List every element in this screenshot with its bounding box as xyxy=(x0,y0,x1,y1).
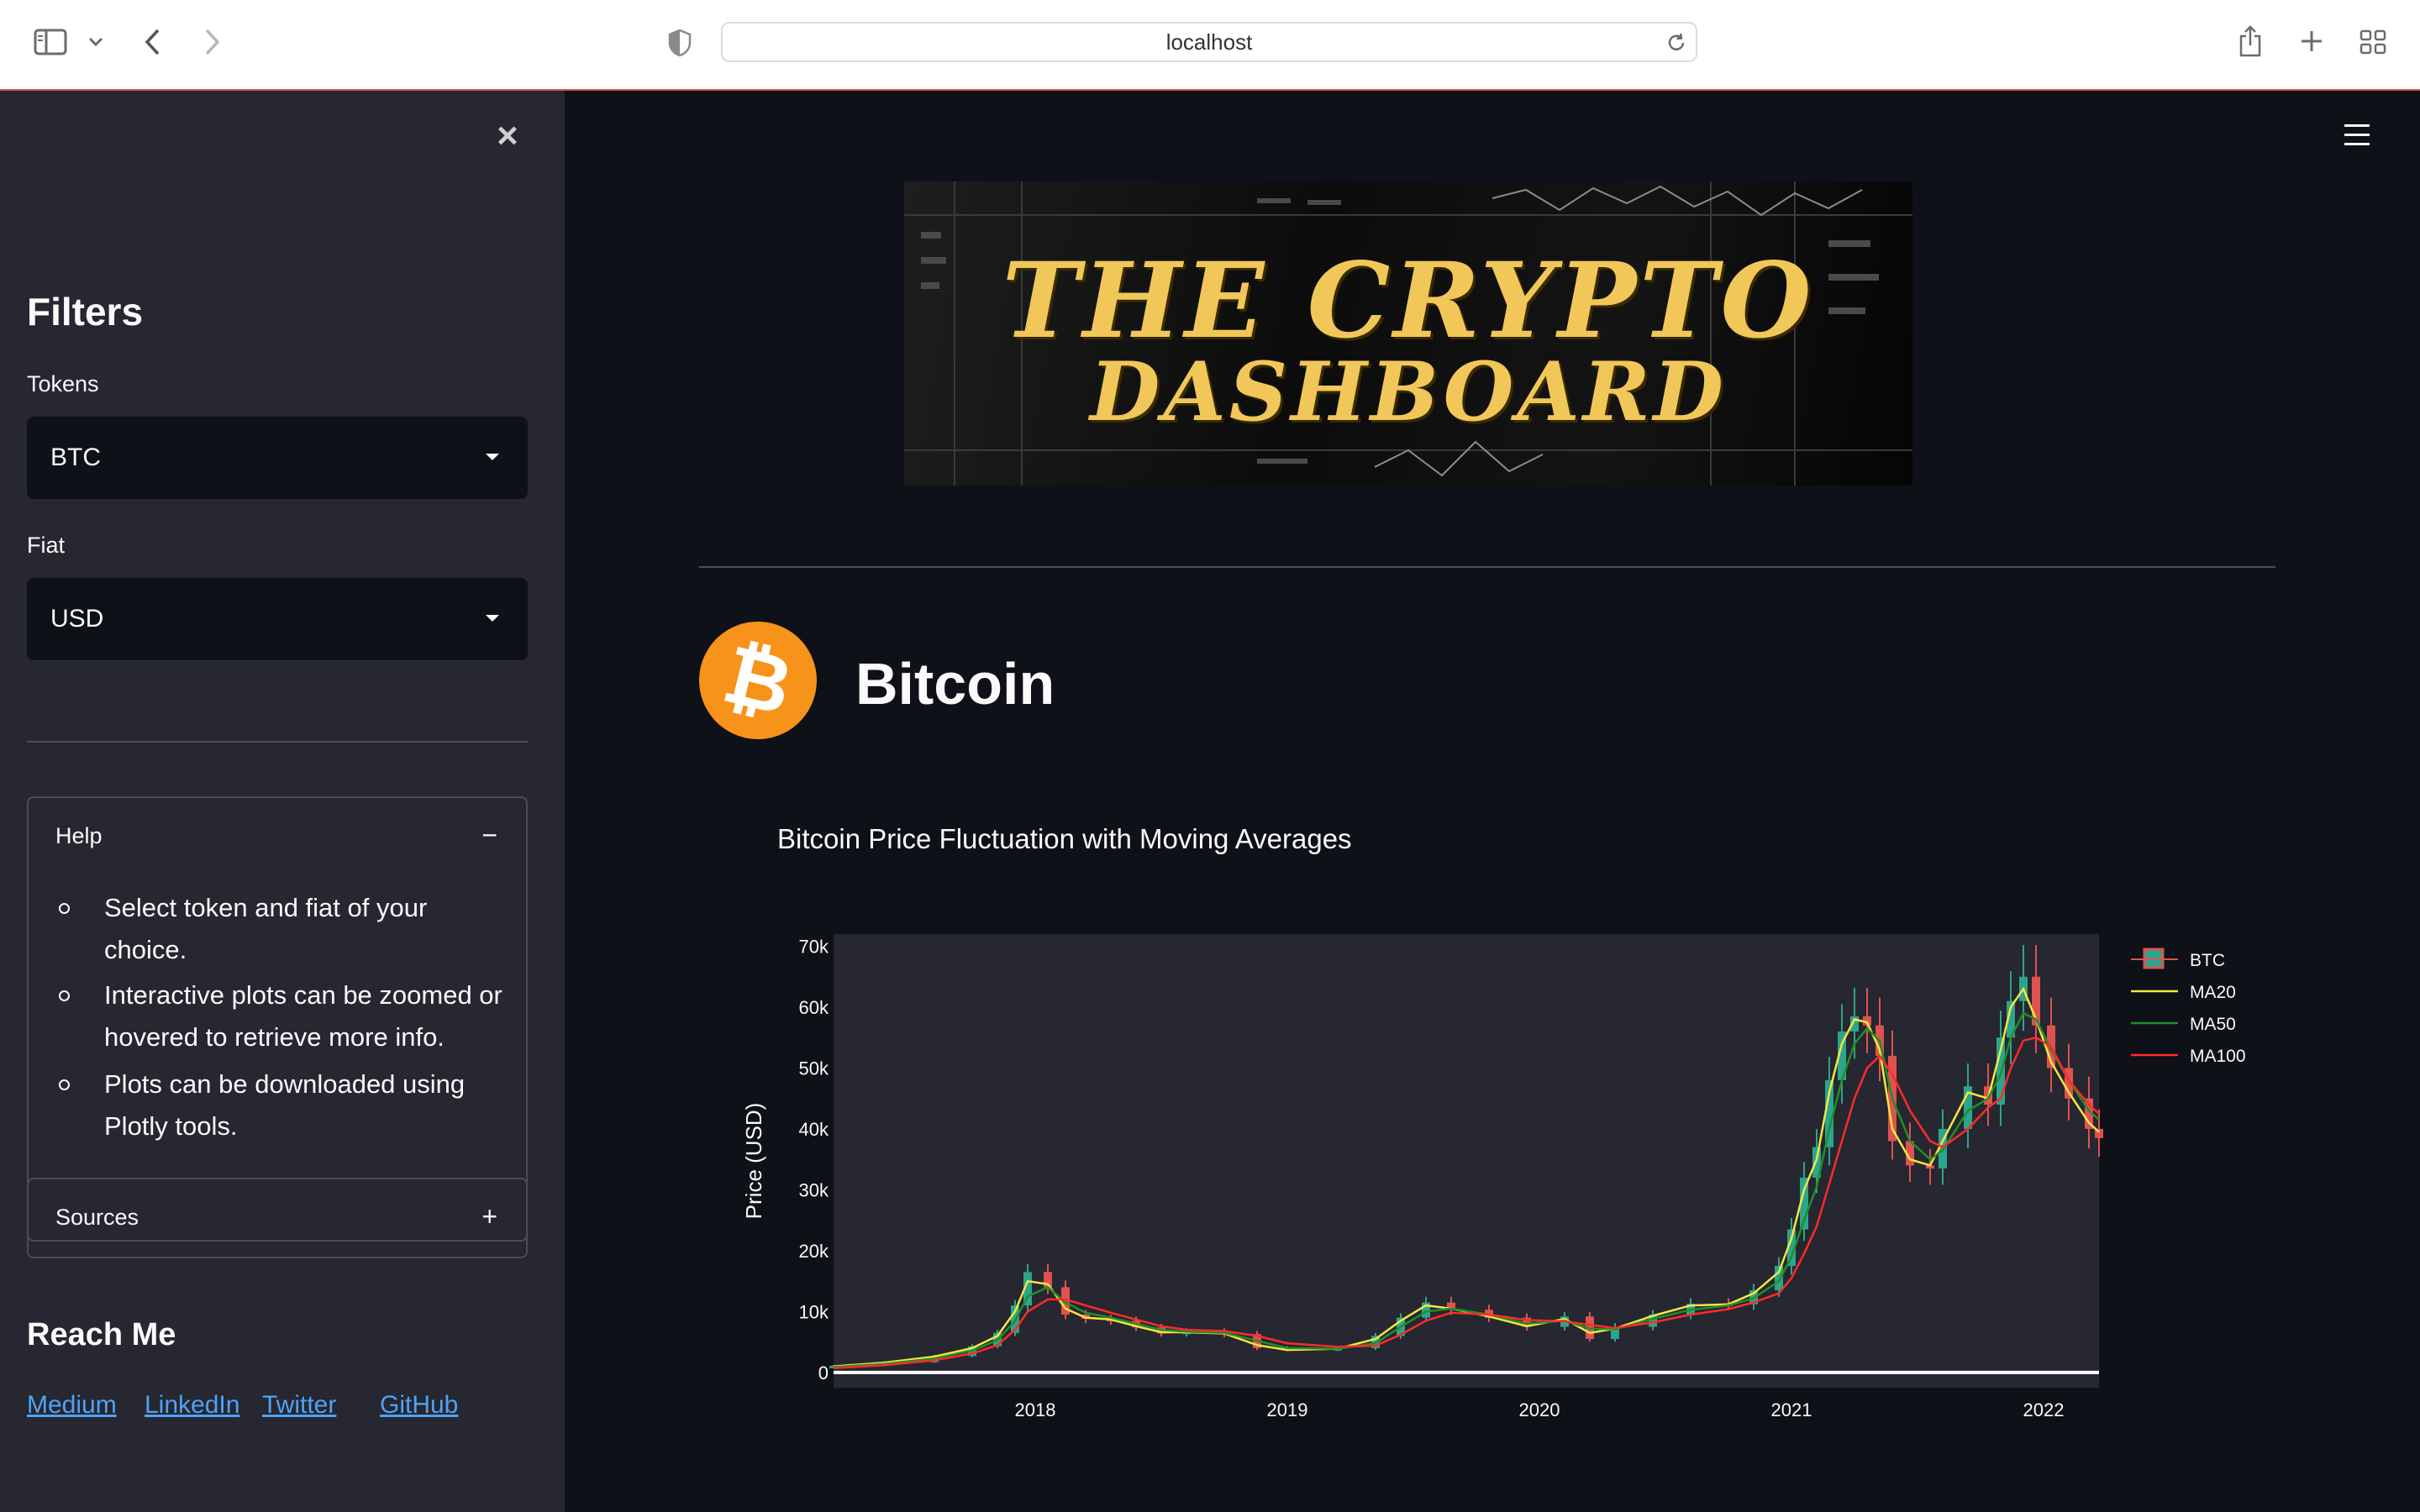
forward-icon[interactable] xyxy=(200,25,225,59)
back-icon[interactable] xyxy=(139,25,165,59)
chart-title: Bitcoin Price Fluctuation with Moving Av… xyxy=(777,823,1352,854)
url-text: localhost xyxy=(1165,29,1253,55)
sidebar-toggle-icon[interactable] xyxy=(32,27,69,57)
help-item-text: Plots can be downloaded using Plotly too… xyxy=(104,1069,466,1141)
reload-icon[interactable] xyxy=(1665,32,1687,54)
privacy-shield-icon[interactable] xyxy=(666,27,694,59)
fiat-label: Fiat xyxy=(27,533,66,558)
y-tick-label: 0 xyxy=(818,1362,829,1383)
x-tick-label: 2018 xyxy=(1015,1399,1056,1420)
github-link[interactable]: GitHub xyxy=(380,1391,458,1420)
expand-icon[interactable]: + xyxy=(481,1201,497,1232)
bullet-icon xyxy=(59,1079,70,1090)
hamburger-menu-icon[interactable] xyxy=(2344,124,2370,146)
help-item: Interactive plots can be zoomed or hover… xyxy=(29,974,502,1058)
legend-label[interactable]: MA50 xyxy=(2190,1015,2236,1034)
legend-label[interactable]: MA20 xyxy=(2190,983,2236,1002)
sidebar: × Filters Tokens BTC Fiat USD Help − Sel… xyxy=(0,91,565,1512)
y-tick-label: 70k xyxy=(799,936,829,957)
sources-expander[interactable]: Sources + xyxy=(27,1178,528,1258)
reach-me-heading: Reach Me xyxy=(27,1317,176,1352)
x-tick-label: 2019 xyxy=(1267,1399,1308,1420)
help-title: Help xyxy=(55,823,103,848)
share-icon[interactable] xyxy=(2235,22,2265,60)
y-tick-label: 10k xyxy=(799,1301,829,1322)
banner-title-line2: DASHBOARD xyxy=(1090,344,1727,439)
browser-toolbar: localhost xyxy=(0,0,2420,91)
help-item-text: Interactive plots can be zoomed or hover… xyxy=(104,980,502,1052)
new-tab-icon[interactable] xyxy=(2297,27,2326,55)
bitcoin-logo-icon: ₿ xyxy=(687,609,829,752)
sources-title: Sources xyxy=(55,1205,139,1230)
fiat-select[interactable]: USD xyxy=(27,578,528,660)
coin-name-heading: Bitcoin xyxy=(855,651,1055,717)
chevron-down-icon xyxy=(486,454,499,460)
sidebar-divider xyxy=(27,741,528,743)
fiat-select-value: USD xyxy=(50,605,104,633)
legend-label[interactable]: BTC xyxy=(2190,951,2225,970)
help-expander-header[interactable]: Help − xyxy=(29,798,526,874)
price-chart[interactable]: 0 10k 20k 30k 40k 50k 60k 70k 2018 2019 2020 2021 2… xyxy=(723,916,2286,1436)
bullet-icon xyxy=(59,990,70,1001)
close-sidebar-icon[interactable]: × xyxy=(487,115,528,156)
filters-heading: Filters xyxy=(27,290,144,333)
chart-legend[interactable]: BTC MA20 MA50 MA100 xyxy=(2131,948,2246,1066)
collapse-icon[interactable]: − xyxy=(481,820,497,851)
tab-overview-icon[interactable] xyxy=(2358,27,2388,57)
bullet-icon xyxy=(59,903,70,914)
y-axis-label: Price (USD) xyxy=(741,1103,766,1220)
x-tick-label: 2021 xyxy=(1771,1399,1812,1420)
chevron-down-icon xyxy=(486,615,499,622)
legend-label[interactable]: MA100 xyxy=(2190,1047,2246,1066)
y-tick-label: 60k xyxy=(799,997,829,1018)
y-tick-label: 50k xyxy=(799,1058,829,1079)
twitter-link[interactable]: Twitter xyxy=(262,1391,336,1420)
x-tick-label: 2022 xyxy=(2023,1399,2065,1420)
help-item: Plots can be downloaded using Plotly too… xyxy=(29,1063,465,1147)
medium-link[interactable]: Medium xyxy=(27,1391,117,1420)
linkedin-link[interactable]: LinkedIn xyxy=(145,1391,239,1420)
help-expander: Help − Select token and fiat of your cho… xyxy=(27,796,528,1242)
y-tick-label: 40k xyxy=(799,1119,829,1140)
url-bar[interactable]: localhost xyxy=(721,22,1697,62)
x-tick-label: 2020 xyxy=(1519,1399,1560,1420)
help-item: Select token and fiat of your choice. xyxy=(29,887,449,971)
y-tick-label: 30k xyxy=(799,1179,829,1200)
chevron-down-icon[interactable] xyxy=(86,32,106,52)
tokens-label: Tokens xyxy=(27,371,99,396)
tokens-select-value: BTC xyxy=(50,444,101,471)
dashboard-banner: THE CRYPTO DASHBOARD xyxy=(904,181,1912,486)
main-divider xyxy=(699,566,2275,568)
y-tick-label: 20k xyxy=(799,1241,829,1262)
tokens-select[interactable]: BTC xyxy=(27,417,528,499)
help-item-text: Select token and fiat of your choice. xyxy=(104,893,428,964)
